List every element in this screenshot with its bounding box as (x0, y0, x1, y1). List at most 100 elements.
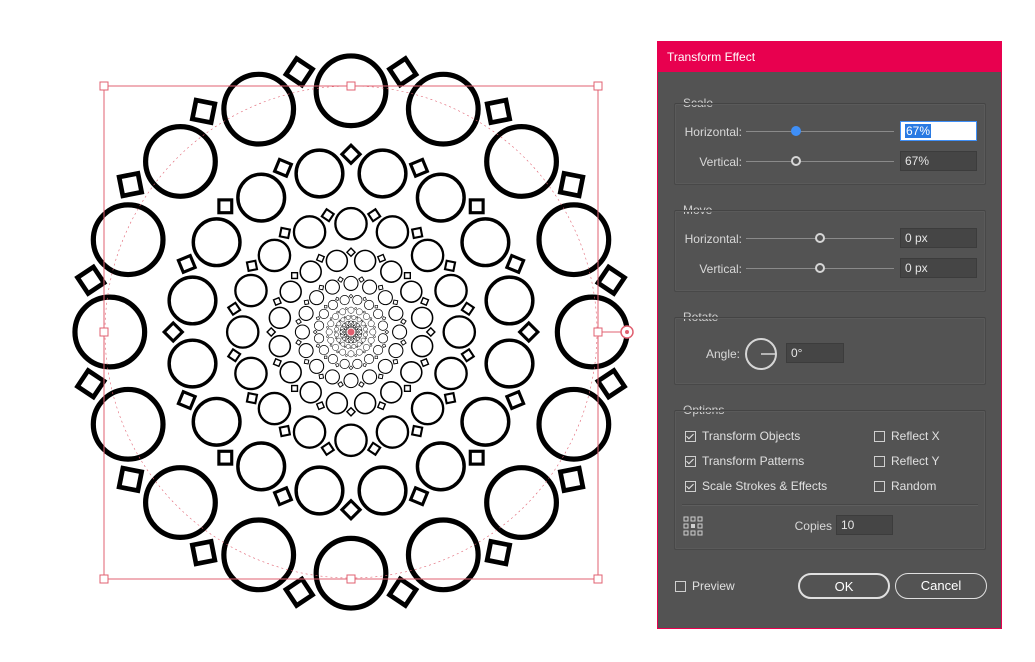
handle-middle-left[interactable] (99, 327, 109, 337)
mandala-petal (377, 333, 388, 344)
mandala-tile (315, 401, 326, 411)
reflect-y-checkbox[interactable] (874, 455, 885, 467)
transform-objects-checkbox[interactable] (685, 430, 696, 442)
mandala-petal (357, 148, 408, 199)
random-checkbox[interactable] (874, 480, 885, 492)
move-horizontal-label: Horizontal: (684, 232, 742, 246)
move-vertical-slider-thumb[interactable] (815, 263, 825, 273)
mandala-tile (325, 325, 329, 329)
mandala-petal (375, 415, 410, 449)
mandala-tile (295, 318, 302, 325)
mandala-petal (362, 332, 368, 338)
reflect-y-option[interactable]: Reflect Y (874, 454, 939, 468)
mandala-petal (334, 423, 368, 458)
mandala-petal (340, 334, 344, 338)
mandala-tile (356, 322, 358, 324)
mandala-petal (340, 341, 346, 347)
mandala-tile (344, 354, 348, 358)
mandala-tile (338, 319, 341, 322)
mandala-tile (337, 381, 344, 388)
mandala-petal (377, 320, 388, 331)
mandala-petal (353, 325, 356, 328)
handle-bottom-right[interactable] (593, 574, 603, 584)
mandala-tile (557, 170, 586, 199)
mandala-tile (352, 320, 354, 323)
move-horizontal-input[interactable]: 0 px (900, 228, 977, 248)
mandala-petal (353, 249, 377, 273)
preview-checkbox[interactable] (675, 580, 686, 592)
mandala-petal (345, 339, 349, 343)
mandala-tile (355, 326, 357, 328)
handle-bottom-center[interactable] (346, 574, 356, 584)
mandala-tile (360, 333, 363, 335)
angle-dial-icon[interactable] (744, 337, 778, 371)
reflect-x-checkbox[interactable] (874, 430, 885, 442)
mandala-petal (356, 317, 362, 323)
mandala-petal (410, 306, 434, 330)
mandala-tile (386, 575, 420, 609)
mandala-tile (176, 253, 198, 275)
move-horizontal-slider-thumb[interactable] (815, 233, 825, 243)
mandala-tile (363, 310, 366, 314)
reference-point-icon[interactable] (683, 516, 703, 536)
mandala-artwork[interactable] (0, 0, 650, 662)
copies-input[interactable]: 10 (836, 515, 893, 535)
mandala-petal (325, 391, 349, 415)
mandala-petal (221, 71, 297, 147)
handle-top-center[interactable] (346, 81, 356, 91)
mandala-petal (344, 327, 347, 330)
mandala-petal (356, 323, 360, 327)
mandala-tile (356, 345, 359, 348)
mandala-tile (361, 342, 364, 345)
reflect-x-option[interactable]: Reflect X (874, 429, 940, 443)
mandala-petal (234, 273, 268, 308)
move-vertical-input[interactable]: 0 px (900, 258, 977, 278)
mandala-tile (318, 373, 325, 380)
mandala-petal (484, 124, 559, 199)
mandala-petal (343, 275, 359, 291)
mandala-tile (369, 317, 373, 320)
mandala-tile (335, 337, 338, 340)
preview-option[interactable]: Preview (675, 579, 735, 593)
mandala-petal (225, 315, 260, 349)
cancel-button[interactable]: Cancel (895, 573, 987, 599)
mandala-tile (376, 401, 387, 411)
transform-objects-option[interactable]: Transform Objects (685, 429, 800, 443)
mandala-tile (217, 198, 234, 215)
transform-patterns-checkbox[interactable] (685, 455, 696, 467)
ok-button[interactable]: OK (798, 573, 890, 599)
scale-vertical-slider-track[interactable] (746, 161, 894, 162)
scale-vertical-label: Vertical: (699, 155, 742, 169)
mandala-petal (355, 348, 363, 356)
mandala-petal (356, 341, 362, 347)
mandala-petal (236, 441, 287, 492)
artboard-canvas[interactable] (0, 0, 650, 662)
mandala-petal (268, 306, 292, 330)
center-point[interactable] (346, 327, 356, 337)
transform-patterns-option[interactable]: Transform Patterns (685, 454, 804, 468)
mandala-petal (369, 328, 377, 336)
mandala-tile (504, 389, 526, 411)
scale-strokes-checkbox[interactable] (685, 480, 696, 492)
dialog-title[interactable]: Transform Effect (658, 42, 1001, 72)
scale-horizontal-slider-track[interactable] (746, 131, 894, 132)
mandala-tile (594, 367, 628, 401)
mandala-tile (344, 322, 346, 324)
random-option[interactable]: Random (874, 479, 936, 493)
scale-strokes-label: Scale Strokes & Effects (702, 479, 828, 493)
scale-vertical-input[interactable]: 67% (900, 151, 977, 171)
handle-top-left[interactable] (99, 81, 109, 91)
handle-bottom-left[interactable] (99, 574, 109, 584)
scale-strokes-option[interactable]: Scale Strokes & Effects (685, 479, 827, 493)
angle-input[interactable]: 0° (786, 343, 844, 363)
mandala-petal (355, 327, 358, 330)
mandala-tile (312, 329, 318, 335)
handle-top-right[interactable] (593, 81, 603, 91)
mandala-tile (339, 329, 342, 331)
mandala-petal (347, 306, 355, 314)
mandala-tile (349, 346, 353, 350)
mandala-petal (345, 315, 351, 321)
mandala-tile (361, 319, 364, 322)
scale-horizontal-input[interactable]: 67% (900, 121, 977, 141)
handle-middle-right[interactable] (593, 327, 603, 337)
